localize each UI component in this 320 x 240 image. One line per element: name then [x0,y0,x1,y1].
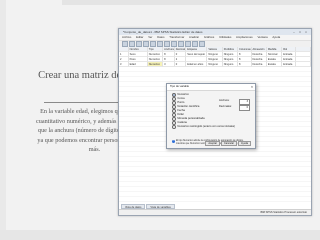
help-button[interactable]: Ayuda [237,140,251,146]
slide-frame-top [62,0,320,5]
status-text: IBM SPSS Statistics Processor está listo [260,211,307,214]
width-field[interactable]: 3 [239,99,250,105]
menu-editar[interactable]: Editar [136,35,143,39]
radio-icon[interactable] [172,124,177,130]
variable-view-grid: Nombre Tipo Anchura Decimales Etiqueta V… [119,47,311,67]
close-icon[interactable]: × [251,84,253,90]
option-restricted-numeric[interactable]: Numérico restringido (entero con ceros i… [172,124,236,130]
decimals-field[interactable]: 0 [239,105,250,111]
spss-titlebar: *Conjunto_de_datos1 - IBM SPSS Statistic… [119,29,311,35]
width-label: Anchura: [219,99,230,102]
decimals-label: Decimales: [219,105,232,108]
dialog-titlebar: Tipo de variable × [167,84,255,91]
option-label: Numérico restringido (entero con ceros i… [177,125,236,128]
info-icon: i [172,140,175,143]
spss-window: *Conjunto_de_datos1 - IBM SPSS Statistic… [118,28,312,216]
menu-graficos[interactable]: Gráficos [204,35,214,39]
menu-ayuda[interactable]: Ayuda [272,35,280,39]
status-bar: IBM SPSS Statistics Processor está listo [119,209,311,215]
menu-transformar[interactable]: Transformar [169,35,184,39]
slide-frame-left [0,0,6,240]
slide: Crear una matriz de datos En la variable… [0,0,320,240]
menu-utilidades[interactable]: Utilidades [219,35,231,39]
dialog-title: Tipo de variable [170,85,190,88]
spss-window-title: *Conjunto_de_datos1 - IBM SPSS Statistic… [123,30,203,34]
menu-ventana[interactable]: Ventana [257,35,267,39]
menu-archivo[interactable]: Archivo [122,35,131,39]
menu-datos[interactable]: Datos [157,35,164,39]
dialog-buttons: Aceptar Cancelar Ayuda [205,140,251,146]
menu-analizar[interactable]: Analizar [189,35,199,39]
menu-ampliaciones[interactable]: Ampliaciones [236,35,253,39]
cancel-button[interactable]: Cancelar [220,140,237,146]
menu-ver[interactable]: Ver [148,35,152,39]
close-icon[interactable]: × [303,30,309,34]
slide-frame-bottom [0,230,320,240]
ok-button[interactable]: Aceptar [205,140,220,146]
variable-type-dialog: Tipo de variable × Numérico Coma Punto N… [166,83,256,149]
